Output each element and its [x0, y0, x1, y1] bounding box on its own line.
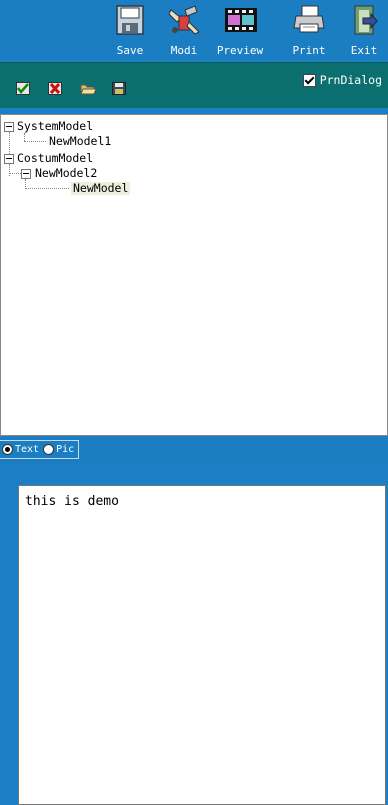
prn-dialog-checkbox[interactable]: PrnDialog: [302, 73, 382, 87]
tree-connector: [24, 141, 46, 142]
printer-icon: [292, 4, 326, 34]
save-label: Save: [116, 44, 144, 57]
preview-icon: [223, 4, 257, 34]
tree-connector: [9, 132, 10, 142]
prn-dialog-label: PrnDialog: [319, 73, 382, 87]
mode-bar: Text Pic: [0, 436, 388, 466]
tree-node-systemmodel[interactable]: SystemModel: [17, 120, 93, 133]
check-icon[interactable]: [16, 80, 30, 95]
tree-node-newmodel1[interactable]: NewModel1: [49, 135, 111, 148]
save-button[interactable]: Save: [104, 4, 156, 60]
open-folder-icon[interactable]: [80, 80, 97, 95]
preview-button[interactable]: Preview: [214, 4, 266, 60]
print-button[interactable]: Print: [283, 4, 335, 60]
content-editor[interactable]: this is demo: [18, 485, 386, 805]
secondary-toolbar: PrnDialog: [0, 62, 388, 108]
exit-label: Exit: [350, 44, 378, 57]
tree-node-costummodel[interactable]: CostumModel: [17, 152, 93, 165]
modify-button[interactable]: Modi: [158, 4, 210, 60]
exit-icon: [347, 4, 381, 35]
pic-mode-label[interactable]: Pic: [56, 444, 74, 455]
floppy-icon[interactable]: [112, 80, 126, 95]
delete-icon[interactable]: [48, 80, 62, 95]
collapse-icon[interactable]: [21, 169, 31, 179]
mode-radio-group: Text Pic: [0, 440, 80, 459]
tree-connector: [25, 188, 69, 189]
tree-node-newmodel2[interactable]: NewModel2: [35, 167, 97, 180]
tree-node-newmodel[interactable]: NewModel: [71, 182, 131, 195]
text-mode-label[interactable]: Text: [15, 444, 39, 455]
modify-label: Modi: [170, 44, 198, 57]
model-tree[interactable]: SystemModel NewModel1 CostumModel NewMod…: [0, 114, 388, 436]
tree-connector: [9, 173, 21, 174]
collapse-icon[interactable]: [4, 154, 14, 164]
collapse-icon[interactable]: [4, 122, 14, 132]
checkbox-checked-icon[interactable]: [302, 73, 316, 87]
preview-label: Preview: [216, 44, 264, 57]
tree-connector: [24, 133, 25, 141]
save-icon: [113, 4, 147, 35]
main-toolbar: Save Modi Preview Print Exit: [0, 0, 388, 62]
radio-selected-icon[interactable]: [2, 444, 13, 455]
exit-button[interactable]: Exit: [338, 4, 388, 60]
print-label: Print: [292, 44, 326, 57]
modify-icon: [167, 4, 201, 35]
radio-unselected-icon[interactable]: [43, 444, 55, 455]
